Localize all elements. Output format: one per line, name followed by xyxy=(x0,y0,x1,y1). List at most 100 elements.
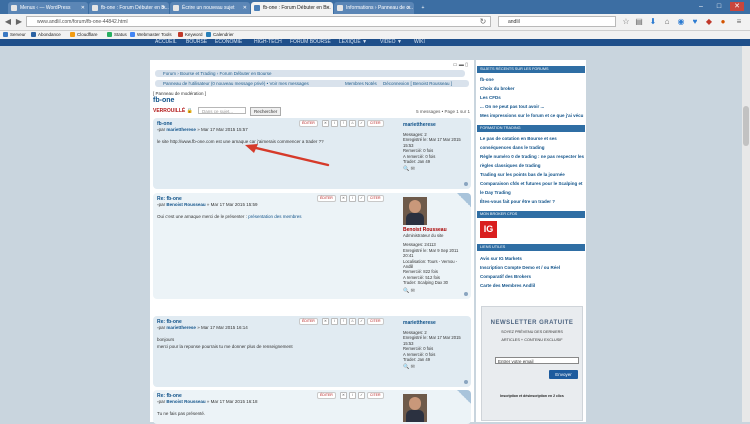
delete-icon[interactable]: ✕ xyxy=(340,392,347,399)
top-icon[interactable] xyxy=(464,380,468,384)
bookmark-webmaster-tools[interactable]: Webmaster Tools xyxy=(130,31,172,39)
nav-high-tech[interactable]: HIGH-TECH xyxy=(254,39,282,46)
training-link[interactable]: Comparaison cfds et futures pour le Scal… xyxy=(480,181,583,186)
nav-wiki[interactable]: WIKI xyxy=(414,39,425,46)
warn-icon[interactable]: ! xyxy=(340,120,347,127)
star-icon[interactable]: ☆ xyxy=(621,17,631,27)
presentation-link[interactable]: présentation des membres xyxy=(248,214,301,219)
edit-button[interactable]: ÉDITER xyxy=(299,120,318,127)
bookmark-abondance[interactable]: Abondance xyxy=(31,31,61,39)
close-icon[interactable]: ✕ xyxy=(243,2,247,14)
thanks-icon[interactable]: ✓ xyxy=(358,392,365,399)
email-field[interactable]: Entrer votre email xyxy=(495,357,579,364)
profile-contact-icons[interactable]: 🔍 ✉ xyxy=(403,364,469,370)
thanks-icon[interactable]: ✓ xyxy=(358,120,365,127)
nav-forum-bourse[interactable]: FORUM BOURSE xyxy=(290,39,331,46)
tab-new-topic[interactable]: Écrire un nouveau sujet ✕ xyxy=(170,2,250,14)
useful-link[interactable]: Comparatif des Brokers xyxy=(480,274,531,279)
menu-icon[interactable]: ≡ xyxy=(734,17,744,27)
nav-accueil[interactable]: ACCUEIL xyxy=(155,39,177,46)
logout-link[interactable]: Déconnexion [ Benoist Rousseau ] xyxy=(383,80,452,87)
send-button[interactable]: Envoyer xyxy=(549,370,578,379)
avatar[interactable] xyxy=(403,197,427,225)
page-scrollbar[interactable] xyxy=(742,46,750,422)
close-icon[interactable]: ✕ xyxy=(162,2,166,14)
bookmark-list-icon[interactable]: ▤ xyxy=(634,17,644,27)
maximize-icon[interactable]: □ xyxy=(712,2,726,11)
ig-logo[interactable]: IG xyxy=(480,221,497,238)
training-link[interactable]: Êtes-vous fait pour être un trader ? xyxy=(480,199,555,204)
tab-wordpress[interactable]: Menus ‹ — WordPress ✕ xyxy=(8,2,88,14)
close-icon[interactable]: ✕ xyxy=(326,2,330,14)
delete-icon[interactable]: ✕ xyxy=(340,195,347,202)
post-author[interactable]: Benoist Rousseau xyxy=(166,202,205,207)
edit-button[interactable]: ÉDITER xyxy=(317,392,336,399)
nav-video[interactable]: VIDEO ▼ xyxy=(380,39,402,46)
delete-icon[interactable]: ✕ xyxy=(322,318,329,325)
info-icon[interactable]: i xyxy=(349,392,356,399)
tab-forum[interactable]: fb-one : Forum Débuter en B... ✕ xyxy=(89,2,169,14)
info-icon[interactable]: i xyxy=(349,195,356,202)
download-icon[interactable]: ⬇ xyxy=(648,17,658,27)
close-icon[interactable]: ✕ xyxy=(407,2,411,14)
recent-topic-link[interactable]: ... On ne peut pas tout avoir ... xyxy=(480,104,544,109)
thanks-icon[interactable]: ✓ xyxy=(358,318,365,325)
topic-search-input[interactable]: Dans ce sujet... xyxy=(198,107,246,114)
new-tab-button[interactable]: + xyxy=(416,2,430,14)
training-link[interactable]: le Day Trading xyxy=(480,190,511,195)
post-author[interactable]: mariettherese xyxy=(166,127,196,132)
training-link[interactable]: règles classiques de trading xyxy=(480,163,541,168)
pocket-icon[interactable]: ♥ xyxy=(690,17,700,27)
user-panel-link[interactable]: Panneau de l'utilisateur (0 nouveau mess… xyxy=(163,81,309,86)
reload-icon[interactable]: ↻ xyxy=(478,17,488,27)
report-icon[interactable]: ⚠ xyxy=(349,120,356,127)
close-window-icon[interactable]: ✕ xyxy=(730,2,744,11)
recent-topic-link[interactable]: Les CFDs xyxy=(480,95,501,100)
close-icon[interactable]: ✕ xyxy=(81,2,85,14)
info-icon[interactable]: i xyxy=(331,318,338,325)
abp-icon[interactable]: ◆ xyxy=(704,17,714,27)
home-icon[interactable]: ⌂ xyxy=(662,17,672,27)
bookmark-cloudflare[interactable]: Cloudflare xyxy=(70,31,98,39)
tab-informations[interactable]: Informations › Panneau de c... ✕ xyxy=(334,2,414,14)
breadcrumb[interactable]: Forum › Bourse et Trading › Forum Débute… xyxy=(155,70,465,77)
quote-button[interactable]: CITER xyxy=(367,318,384,325)
locked-button[interactable]: VERROUILLÉ 🔒 xyxy=(153,108,193,114)
minimize-icon[interactable]: – xyxy=(694,2,708,11)
delete-icon[interactable]: ✕ xyxy=(322,120,329,127)
recent-topic-link[interactable]: Mes impressions sur le forum et ce que j… xyxy=(480,113,583,118)
useful-link[interactable]: Inscription Compte Demo et / ou Réel xyxy=(480,265,560,270)
info-icon[interactable]: i xyxy=(331,120,338,127)
search-button[interactable]: Rechercher xyxy=(250,107,282,116)
forward-icon[interactable]: ▶ xyxy=(14,17,24,27)
warn-icon[interactable]: ! xyxy=(340,318,347,325)
useful-link[interactable]: Carte des Membres Andlil xyxy=(480,283,535,288)
quote-button[interactable]: CITER xyxy=(367,392,384,399)
profile-contact-icons[interactable]: 🔍 ✉ xyxy=(403,288,469,294)
training-link[interactable]: Règle numéro 0 de trading : ne pas respe… xyxy=(480,154,584,159)
extension-icon[interactable]: ● xyxy=(718,17,728,27)
url-input[interactable]: www.andlil.com/forum/fb-one-44842.html xyxy=(26,16,491,27)
page-tools-icons[interactable]: ▭ ▬ ▯ xyxy=(453,62,468,68)
training-link[interactable]: Trading sur les points bas de la journée xyxy=(480,172,565,177)
bookmark-status[interactable]: Status xyxy=(107,31,127,39)
top-icon[interactable] xyxy=(464,292,468,296)
tab-forum-active[interactable]: fb-one : Forum Débuter en B... ✕ xyxy=(251,2,333,14)
edit-button[interactable]: ÉDITER xyxy=(299,318,318,325)
bookmark-keyword[interactable]: Keyword xyxy=(178,31,203,39)
training-link[interactable]: conséquences dans le trading xyxy=(480,145,545,150)
training-link[interactable]: Le pas de cotation en Bourse et ses xyxy=(480,136,557,141)
back-icon[interactable]: ◀ xyxy=(3,17,13,27)
nav-bourse[interactable]: BOURSE xyxy=(186,39,207,46)
profile-contact-icons[interactable]: 🔍 ✉ xyxy=(403,166,469,172)
avatar[interactable] xyxy=(403,394,427,422)
report-icon[interactable]: ⚠ xyxy=(349,318,356,325)
useful-link[interactable]: Avis sur IG Markets xyxy=(480,256,522,261)
search-input[interactable]: andlil xyxy=(498,16,616,27)
top-icon[interactable] xyxy=(464,182,468,186)
moderation-link[interactable]: [ Panneau de modération ] xyxy=(153,91,206,96)
addon-icon[interactable]: ◉ xyxy=(676,17,686,27)
nav-lexique[interactable]: LEXIQUE ▼ xyxy=(339,39,367,46)
bookmark-calendrier[interactable]: Calendrier xyxy=(206,31,234,39)
edit-button[interactable]: ÉDITER xyxy=(317,195,336,202)
